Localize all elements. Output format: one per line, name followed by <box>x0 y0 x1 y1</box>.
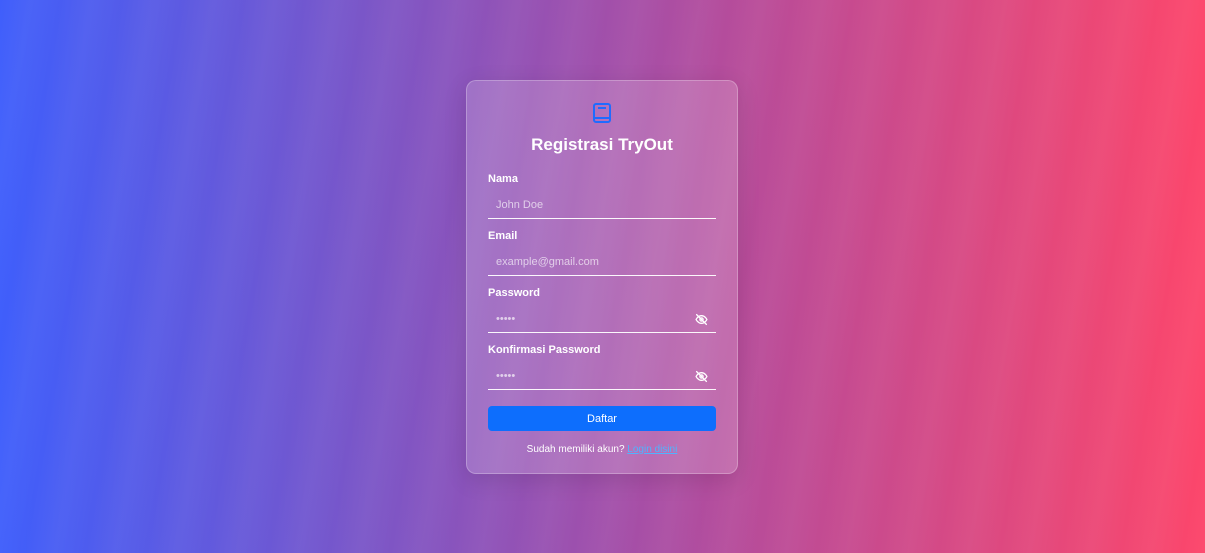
email-input[interactable] <box>488 249 716 275</box>
confirm-password-input[interactable] <box>488 363 716 389</box>
name-field-group: Nama <box>488 173 716 219</box>
eye-slash-icon[interactable] <box>695 370 708 383</box>
password-input[interactable] <box>488 306 716 332</box>
email-field-group: Email <box>488 230 716 276</box>
password-input-wrapper <box>488 306 716 333</box>
eye-slash-icon[interactable] <box>695 313 708 326</box>
login-prompt: Sudah memiliki akun? Login disini <box>488 444 716 455</box>
registration-card: Registrasi TryOut Nama Email Password Ko… <box>466 80 738 474</box>
password-label: Password <box>488 287 540 299</box>
login-prompt-text: Sudah memiliki akun? <box>526 444 625 455</box>
book-icon <box>593 103 611 123</box>
name-input-wrapper <box>488 192 716 219</box>
confirm-password-field-group: Konfirmasi Password <box>488 344 716 390</box>
name-label: Nama <box>488 173 518 185</box>
page-title: Registrasi TryOut <box>531 135 673 154</box>
confirm-password-input-wrapper <box>488 363 716 390</box>
email-input-wrapper <box>488 249 716 276</box>
login-link[interactable]: Login disini <box>627 444 677 455</box>
confirm-password-label: Konfirmasi Password <box>488 344 601 356</box>
register-button[interactable]: Daftar <box>488 406 716 431</box>
email-label: Email <box>488 230 518 242</box>
password-field-group: Password <box>488 287 716 333</box>
name-input[interactable] <box>488 192 716 218</box>
